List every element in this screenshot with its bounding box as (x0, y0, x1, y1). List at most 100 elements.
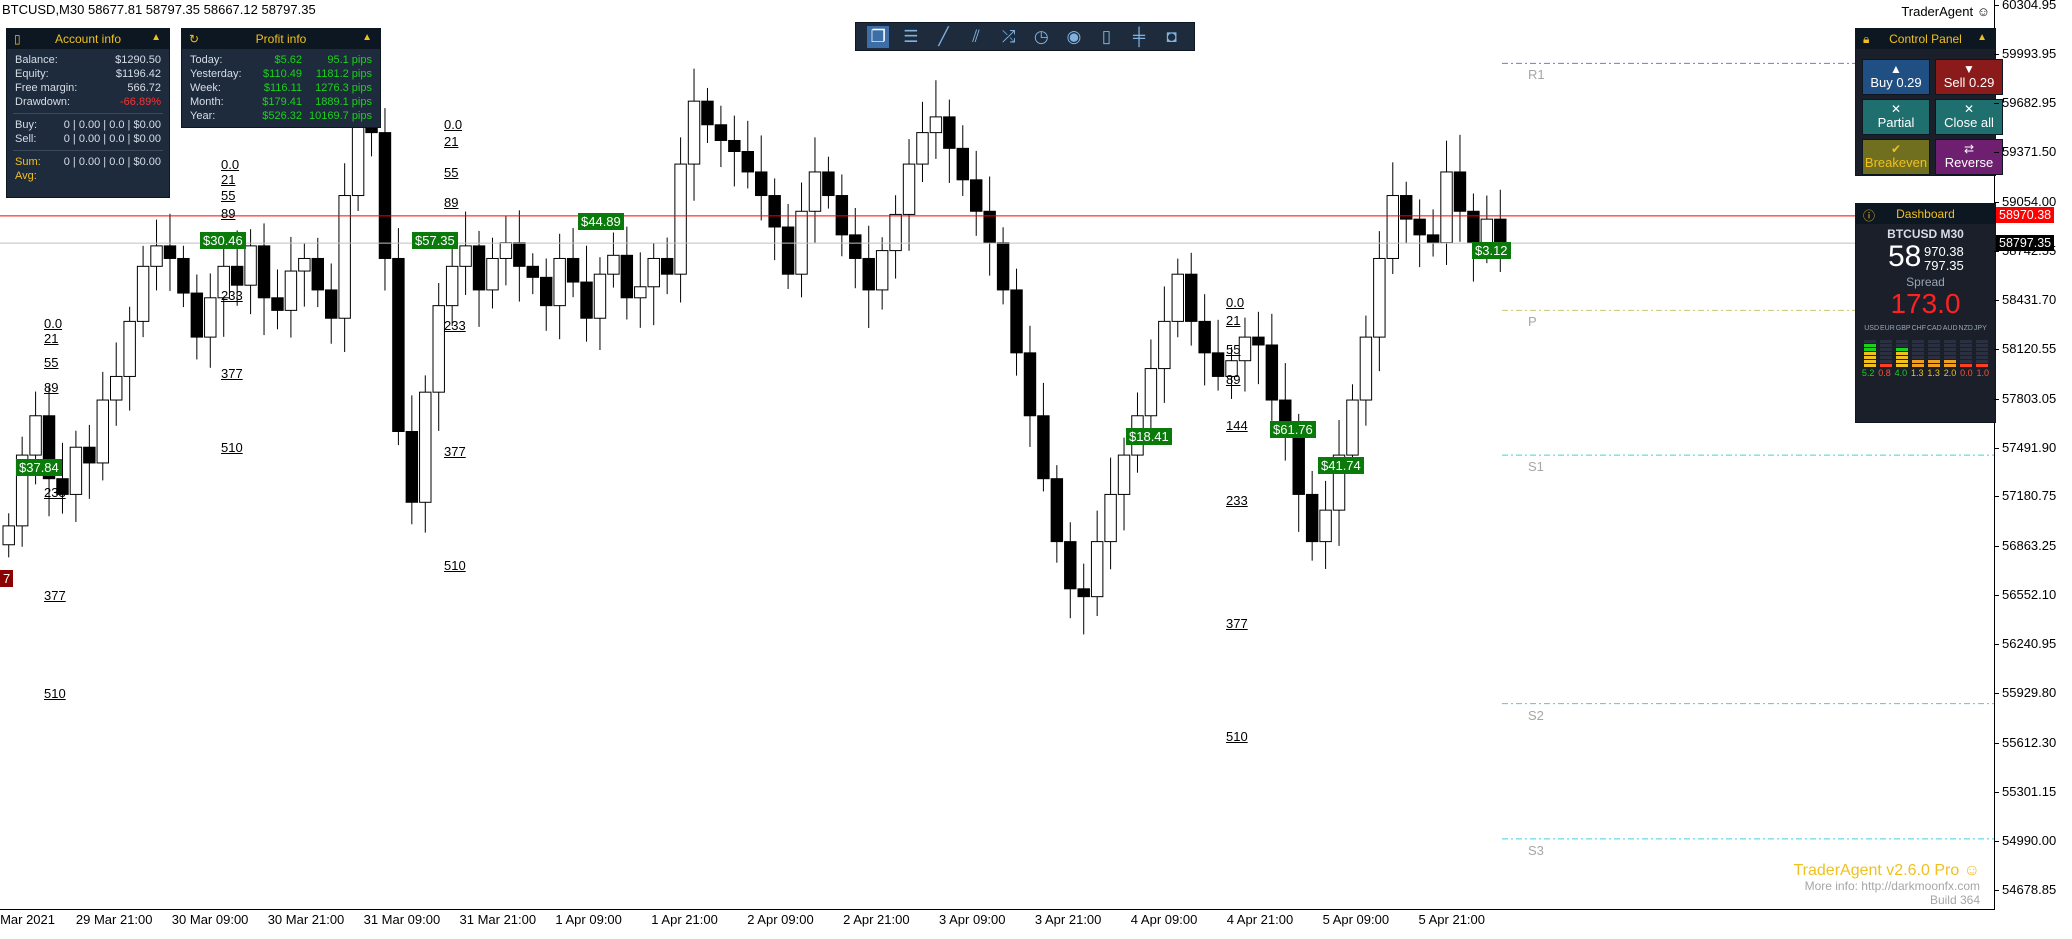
camera-icon[interactable]: ◘ (1161, 26, 1183, 48)
time-axis[interactable]: 29 Mar 2021 29 Mar 21:00 30 Mar 09:00 30 Ma… (0, 910, 1994, 939)
menu-icon[interactable]: ☰ (900, 26, 922, 48)
currency-row: USD EUR GBP CHF CAD AUD NZD JPY (1856, 325, 1995, 332)
candle (298, 243, 311, 307)
candle (1453, 134, 1467, 242)
row-value: -66.89% (120, 96, 161, 108)
candle (1144, 339, 1158, 442)
info-row: Sell: 0 | 0.00 | 0.0 | $0.00 (7, 132, 169, 146)
profit-info-header[interactable]: ↻ Profit info ▲ (182, 29, 380, 49)
price-axis[interactable]: 60304.95 59993.95 59682.95 59371.50 59054.00… (1993, 0, 2072, 909)
candle (929, 80, 943, 159)
candle (486, 237, 499, 309)
time-tick-label: 4 Apr 21:00 (1226, 912, 1294, 927)
currency-label: AUD (1942, 325, 1958, 332)
candle (1077, 563, 1090, 635)
candle (1440, 140, 1453, 265)
reverse-button[interactable]: ⇄ Reverse (1935, 139, 2003, 175)
fib-level-label: 55 (221, 188, 236, 203)
candle (795, 182, 808, 298)
candle (1359, 315, 1373, 426)
candle (432, 283, 445, 431)
clock-icon[interactable]: ◷ (1030, 26, 1052, 48)
strength-bar-segment (1864, 340, 1876, 343)
refresh-icon[interactable]: ↻ (189, 32, 199, 46)
trade-profit-label[interactable]: $57.35 (412, 232, 458, 249)
row-values: $179.41 1889.1 pips (250, 95, 372, 109)
shuffle-icon[interactable]: ⤮ (998, 26, 1020, 48)
candle (620, 226, 634, 320)
lock-icon: 🔒︎ (1863, 32, 1870, 46)
candle (1279, 363, 1292, 461)
horizontal-line-icon[interactable]: ╪ (1128, 26, 1150, 48)
price-tick-label: 59371.50 (1993, 143, 2057, 159)
fib-level-label: 89 (44, 380, 59, 395)
partial-close-button[interactable]: ✕ Partial (1862, 99, 1930, 135)
trade-profit-label[interactable]: $30.46 (200, 232, 246, 249)
strength-bar-segment (1944, 348, 1956, 351)
price-big: 58 (1888, 240, 1922, 273)
collapse-icon[interactable]: ▲ (151, 32, 161, 43)
trade-profit-label[interactable]: $61.76 (1270, 421, 1316, 438)
collapse-icon[interactable]: ▲ (362, 32, 372, 43)
row-label: Drawdown: (15, 96, 71, 108)
eye-icon[interactable]: ◉ (1063, 26, 1085, 48)
strength-bar-segment (1960, 364, 1972, 367)
account-info-header[interactable]: ▯ Account info ▲ (7, 29, 169, 49)
dashboard-price: 58 970.38 797.35 (1856, 240, 1995, 275)
trade-profit-label[interactable]: $41.74 (1318, 457, 1364, 474)
channel-icon[interactable]: ⫽ (965, 26, 987, 48)
breakeven-button[interactable]: ✔ Breakeven (1862, 139, 1930, 175)
info-row: Sum: 0 | 0.00 | 0.0 | $0.00 (7, 155, 169, 169)
price-tick-label: 58431.70 (1993, 291, 2057, 307)
trade-profit-label[interactable]: $18.41 (1126, 428, 1172, 445)
fib-level-label: 55 (1226, 342, 1241, 357)
fib-level-label: 144 (1226, 418, 1248, 433)
row-label: Avg: (15, 170, 37, 182)
price-tick-label: 55301.15 (1993, 784, 2057, 800)
trendline-icon[interactable]: ╱ (932, 26, 954, 48)
candle (150, 219, 163, 291)
row-label: Sell: (15, 133, 37, 145)
candle (687, 68, 701, 201)
control-panel-header[interactable]: 🔒︎ Control Panel ▲ (1856, 29, 1995, 49)
fib-level-label: 510 (221, 440, 243, 455)
close-all-button[interactable]: ✕ Close all (1935, 99, 2003, 135)
trade-profit-label[interactable]: 7 (0, 570, 14, 587)
trash-icon[interactable]: ▯ (1095, 26, 1117, 48)
strength-bar-segment (1976, 364, 1988, 367)
trade-profit-label[interactable]: $44.89 (578, 213, 624, 230)
strength-bar-segment (1864, 344, 1876, 347)
fib-level-label: 0.0 (444, 117, 463, 132)
price-tick-label: 56240.95 (1993, 636, 2057, 652)
price-chart[interactable] (0, 0, 1994, 909)
close-icon: ✕ (1890, 102, 1902, 116)
currency-label: EUR (1880, 325, 1895, 332)
currency-label: JPY (1973, 325, 1987, 332)
fib-level-label: 233 (1226, 493, 1248, 508)
candle (204, 273, 217, 368)
buy-button[interactable]: ▲ Buy 0.29 (1862, 59, 1930, 95)
windows-icon[interactable]: ❐ (867, 25, 890, 48)
profit-row: Year: $526.32 10169.7 pips (182, 109, 380, 123)
strength-bar-segment (1912, 360, 1924, 363)
strength-bar-segment (1944, 352, 1956, 355)
sell-button[interactable]: ▼ Sell 0.29 (1935, 59, 2003, 95)
row-label: Today: (190, 54, 223, 66)
spread-label: Spread (1906, 275, 1945, 289)
separator (13, 113, 163, 114)
currency-label: CAD (1926, 325, 1942, 332)
collapse-icon[interactable]: ▲ (1977, 32, 1987, 43)
chart-area[interactable] (0, 0, 1995, 910)
row-label: Week: (190, 82, 221, 94)
strength-bar-segment (1880, 344, 1892, 347)
candle (540, 258, 553, 331)
trade-profit-label[interactable]: $37.84 (16, 459, 62, 476)
account-info-title: Account info (54, 32, 122, 46)
row-value: 0 | 0.00 | 0.0 | $0.00 (63, 133, 161, 145)
strength-bar-segment (1976, 340, 1988, 343)
candle (1010, 268, 1023, 376)
profit-money: $116.11 (263, 82, 302, 94)
dashboard-header[interactable]: ⓘ Dashboard (1856, 204, 1995, 224)
trade-profit-label[interactable]: $3.12 (1472, 242, 1511, 259)
control-panel: 🔒︎ Control Panel ▲ ▲ Buy 0.29 ▼ Sell 0.29 … (1855, 28, 2003, 176)
